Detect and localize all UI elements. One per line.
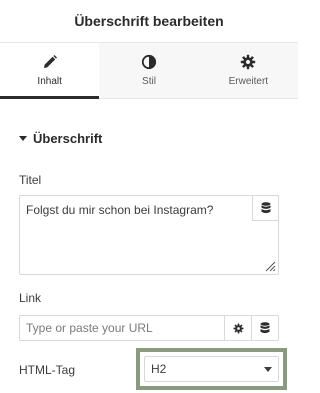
link-input[interactable] — [19, 315, 225, 341]
link-label: Link — [19, 291, 42, 305]
tab-stil[interactable]: Stil — [99, 43, 199, 98]
resize-handle-icon[interactable] — [264, 260, 276, 272]
database-icon — [260, 322, 270, 334]
html-tag-selected-value: H2 — [151, 362, 167, 376]
html-tag-label: HTML-Tag — [19, 363, 76, 377]
link-options-button[interactable] — [225, 315, 252, 341]
titel-label: Titel — [19, 173, 42, 187]
tab-erweitert-label: Erweitert — [228, 76, 269, 87]
link-dynamic-button[interactable] — [252, 315, 279, 341]
titel-dynamic-button[interactable] — [252, 195, 279, 221]
titel-value[interactable]: Folgst du mir schon bei Instagram? — [26, 203, 246, 218]
panel-header: Überschrift bearbeiten — [0, 0, 298, 42]
chevron-down-icon — [264, 367, 272, 372]
tab-inhalt-label: Inhalt — [37, 76, 62, 87]
panel-title: Überschrift bearbeiten — [74, 13, 224, 29]
gear-icon — [233, 323, 243, 333]
link-field-group — [19, 315, 279, 341]
tab-inhalt[interactable]: Inhalt — [0, 43, 100, 99]
titel-textarea[interactable]: Folgst du mir schon bei Instagram? — [19, 195, 279, 275]
tab-bar: Inhalt Stil Erweitert — [0, 42, 298, 99]
tab-stil-label: Stil — [142, 76, 156, 87]
contrast-icon — [141, 54, 157, 70]
editor-panel: Überschrift bearbeiten Inhalt Stil Erwei… — [0, 0, 298, 393]
gear-icon — [241, 54, 256, 70]
database-icon — [261, 202, 270, 214]
pencil-icon — [43, 55, 57, 68]
caret-down-icon — [19, 136, 27, 141]
section-title: Überschrift — [33, 131, 103, 146]
section-toggle-ueberschrift[interactable]: Überschrift — [19, 131, 102, 146]
html-tag-select[interactable]: H2 — [144, 356, 279, 382]
tab-erweitert[interactable]: Erweitert — [198, 43, 298, 98]
